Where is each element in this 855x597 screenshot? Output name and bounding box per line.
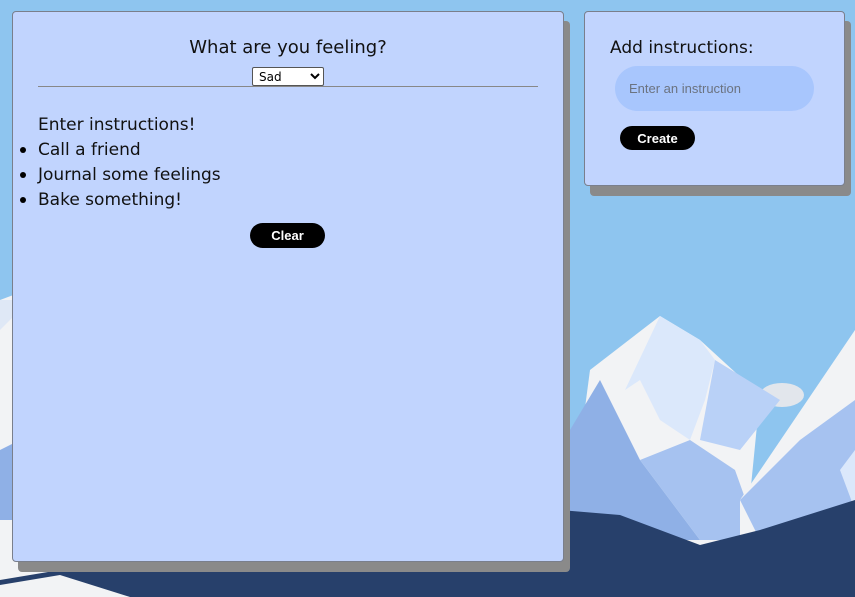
create-button[interactable]: Create — [620, 126, 695, 150]
instruction-item: Journal some feelings — [20, 165, 221, 190]
feeling-title: What are you feeling? — [189, 37, 387, 58]
instruction-item: Bake something! — [20, 190, 221, 215]
clear-button[interactable]: Clear — [250, 223, 325, 248]
instruction-input[interactable] — [615, 66, 814, 111]
instructions-list: Call a friend Journal some feelings Bake… — [20, 140, 221, 215]
add-instructions-panel: Add instructions: Create — [584, 11, 845, 186]
feeling-select[interactable]: Sad — [252, 67, 324, 86]
add-instructions-title: Add instructions: — [610, 38, 754, 58]
instructions-heading: Enter instructions! — [38, 115, 196, 135]
instruction-item: Call a friend — [20, 140, 221, 165]
feeling-panel: What are you feeling? Sad Enter instruct… — [12, 11, 564, 562]
divider — [38, 86, 538, 87]
